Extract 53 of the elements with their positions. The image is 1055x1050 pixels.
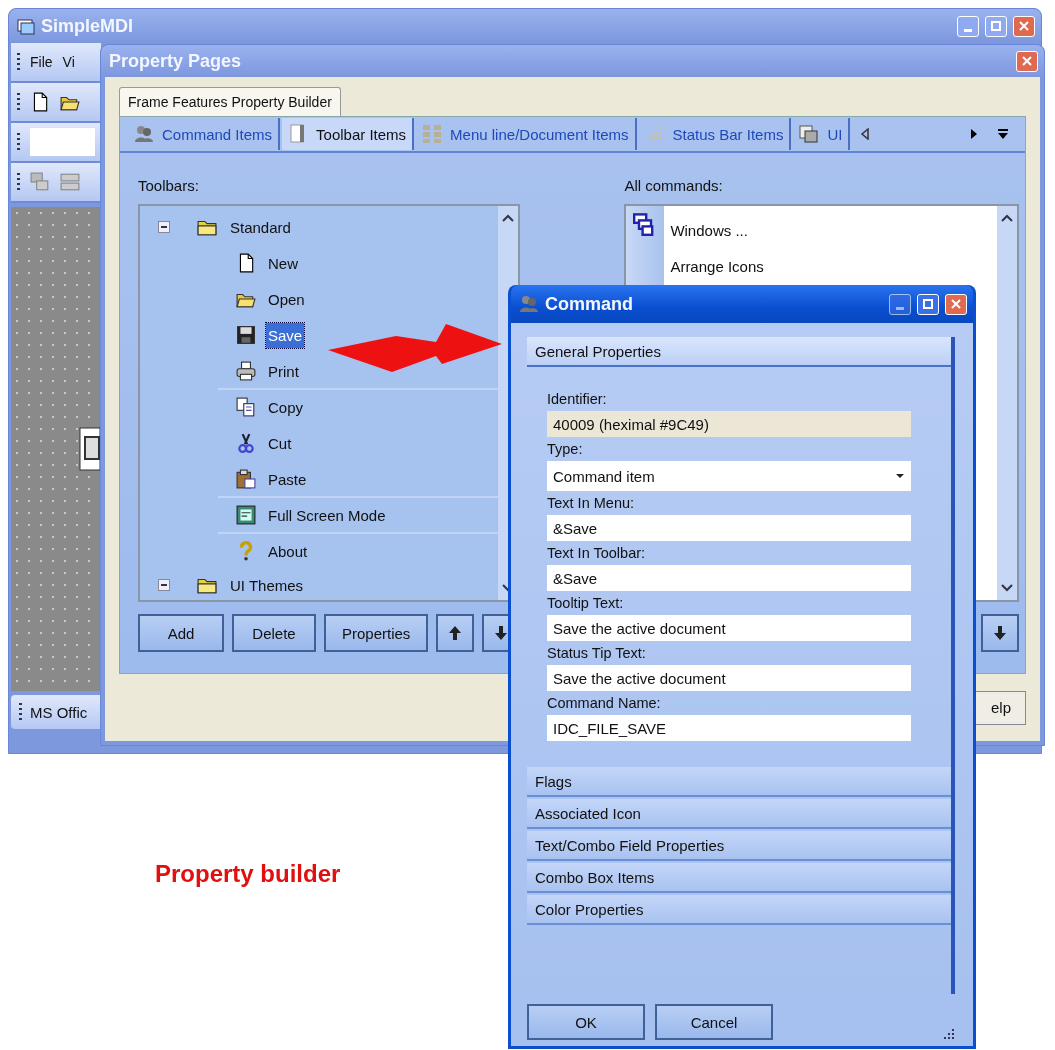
tree-item[interactable]: Paste — [266, 466, 309, 492]
bottom-tab[interactable]: MS Offic — [11, 695, 101, 729]
dialog-button[interactable]: Add — [138, 614, 224, 652]
input-field[interactable]: Save the active document — [547, 665, 911, 691]
tree-item[interactable]: Print — [266, 358, 301, 384]
dialog-button[interactable]: Properties — [324, 614, 429, 652]
tree-item[interactable]: New — [266, 250, 300, 276]
dialog-button[interactable]: Cancel — [655, 1004, 773, 1040]
field-label: Text In Menu: — [547, 495, 636, 511]
tab[interactable]: Toolbar Items — [282, 118, 415, 150]
input-field[interactable]: IDC_FILE_SAVE — [547, 715, 911, 741]
toolbars-label: Toolbars: — [138, 177, 200, 194]
dialog-button[interactable]: Delete — [232, 614, 316, 652]
input-field[interactable]: Save the active document — [547, 615, 911, 641]
window-title: Property Pages — [109, 50, 242, 72]
input-field[interactable]: &Save — [547, 515, 911, 541]
section-header[interactable]: Flags — [527, 767, 951, 797]
all-commands-label: All commands: — [624, 177, 724, 194]
tree-item[interactable]: Cut — [266, 430, 294, 456]
tab[interactable]: Menu line/Document Items — [416, 118, 637, 150]
field-label: Tooltip Text: — [547, 595, 625, 611]
tree-item[interactable]: Save — [266, 322, 305, 348]
tab[interactable]: UI — [793, 118, 851, 150]
section-header[interactable]: Text/Combo Field Properties — [527, 831, 951, 861]
input-field[interactable]: &Save — [547, 565, 911, 591]
tab[interactable]: Frame Features Property Builder — [119, 87, 341, 116]
section-header[interactable]: Combo Box Items — [527, 863, 951, 893]
tree-item[interactable]: UI Themes — [228, 572, 306, 598]
field-label: Command Name: — [547, 695, 662, 711]
list-item[interactable]: Arrange Icons — [670, 248, 997, 284]
menu-item[interactable]: File — [30, 54, 53, 70]
section-header[interactable]: Associated Icon — [527, 799, 951, 829]
section-header[interactable]: Color Properties — [527, 895, 951, 925]
list-item[interactable]: Windows ... — [670, 212, 997, 248]
window-title: SimpleMDI — [41, 15, 133, 37]
tree-item[interactable]: About — [266, 538, 310, 564]
tree-item[interactable]: Copy — [266, 394, 306, 420]
caption: Property builder — [155, 860, 341, 888]
tree-item[interactable]: Full Screen Mode — [266, 502, 388, 528]
field-label: Identifier: — [547, 391, 608, 407]
tree-item[interactable]: Open — [266, 286, 307, 312]
tab[interactable]: Command Items — [128, 118, 281, 150]
section-header[interactable]: General Properties — [527, 337, 951, 367]
tree-item[interactable]: Standard — [228, 214, 293, 240]
input-field: 40009 (heximal #9C49) — [547, 411, 911, 437]
field-label: Type: — [547, 441, 584, 457]
window-title: Command — [545, 293, 633, 315]
field-label: Status Tip Text: — [547, 645, 647, 661]
dropdown[interactable]: Command item — [547, 461, 911, 491]
dialog-button[interactable]: OK — [527, 1004, 645, 1040]
tab[interactable]: Status Bar Items — [638, 118, 792, 150]
field-label: Text In Toolbar: — [547, 545, 647, 561]
menu-item[interactable]: Vi — [62, 54, 75, 70]
